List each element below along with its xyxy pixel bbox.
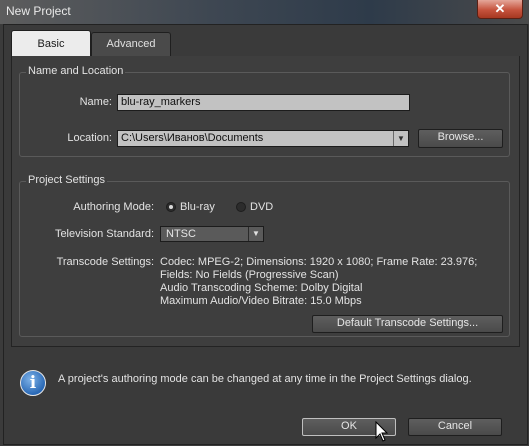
tab-advanced[interactable]: Advanced [91,32,171,56]
name-field[interactable]: blu-ray_markers [117,94,410,111]
location-value: C:\Users\Иванов\Documents [121,132,264,144]
project-settings-group: Project Settings Authoring Mode: Blu-ray… [19,174,510,337]
transcode-line: Audio Transcoding Scheme: Dolby Digital [160,282,363,294]
chevron-down-icon[interactable]: ▼ [393,131,408,146]
cancel-button[interactable]: Cancel [408,418,502,436]
window-title: New Project [6,4,71,18]
radio-blu-ray[interactable] [166,202,176,212]
tv-standard-dropdown[interactable]: NTSC ▼ [160,226,264,242]
close-button[interactable]: ✕ [477,0,523,19]
transcode-label: Transcode Settings: [56,256,154,268]
chevron-down-icon[interactable]: ▼ [248,227,263,241]
close-icon: ✕ [494,1,506,16]
name-location-group: Name and Location Name: blu-ray_markers … [19,65,510,157]
tv-standard-label: Television Standard: [54,228,154,240]
location-label: Location: [67,132,112,144]
browse-button[interactable]: Browse... [418,129,503,148]
location-dropdown[interactable]: C:\Users\Иванов\Documents ▼ [117,130,409,147]
blu-ray-label[interactable]: Blu-ray [180,201,215,213]
radio-dvd[interactable] [236,202,246,212]
info-message: A project's authoring mode can be change… [58,373,472,385]
dialog-body: Basic Advanced Name and Location Name: b… [3,24,528,445]
dvd-label[interactable]: DVD [250,201,273,213]
info-icon: i [20,370,46,396]
transcode-line: Fields: No Fields (Progressive Scan) [160,269,339,281]
basic-panel: Name and Location Name: blu-ray_markers … [11,56,520,347]
tv-standard-value: NTSC [166,228,196,240]
tab-strip: Basic Advanced [11,30,520,57]
authoring-mode-label: Authoring Mode: [73,201,154,213]
default-transcode-settings-button[interactable]: Default Transcode Settings... [312,315,503,333]
name-label: Name: [79,96,112,108]
name-location-legend: Name and Location [26,65,126,77]
mouse-cursor-icon [375,421,389,442]
transcode-line: Codec: MPEG-2; Dimensions: 1920 x 1080; … [160,256,478,268]
title-bar[interactable]: New Project ✕ [0,0,529,24]
transcode-line: Maximum Audio/Video Bitrate: 15.0 Mbps [160,295,362,307]
tab-basic[interactable]: Basic [11,30,91,57]
project-settings-legend: Project Settings [26,174,108,186]
